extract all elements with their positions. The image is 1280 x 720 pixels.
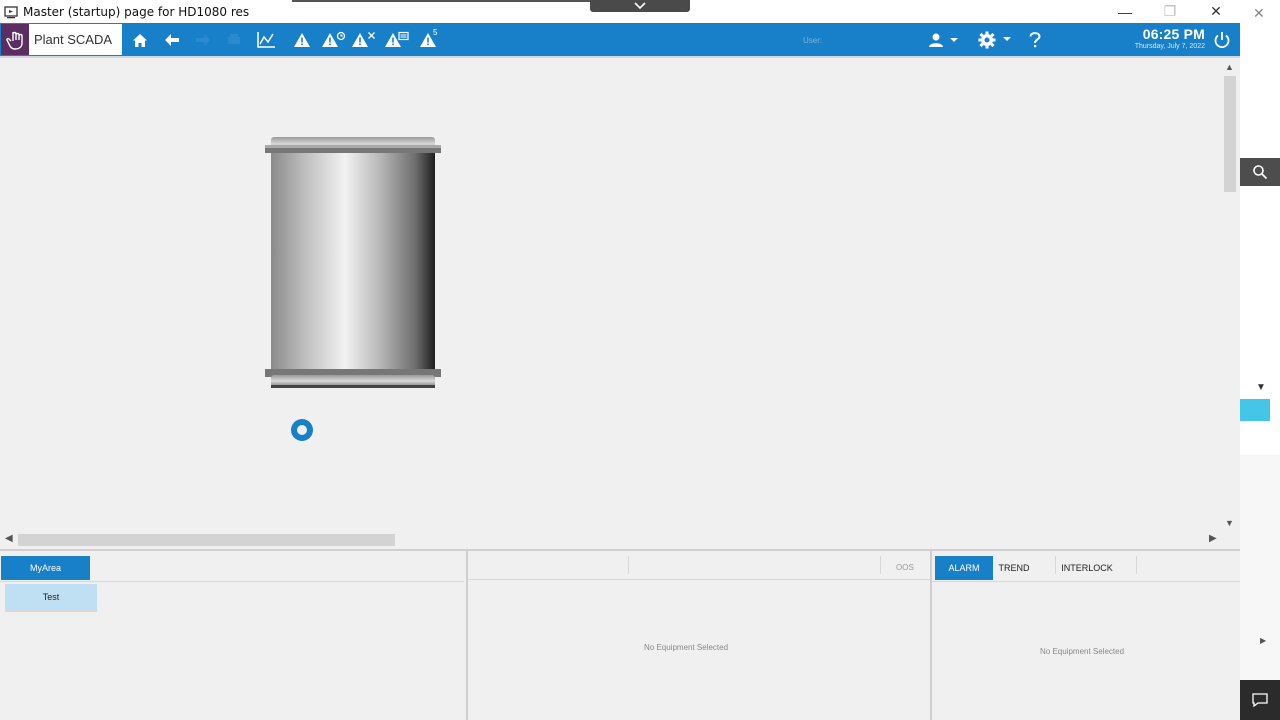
alarm-ack-button[interactable]	[320, 28, 348, 52]
scada-window: Master (startup) page for HD1080 res — ❐…	[0, 0, 1280, 720]
detail-empty-message: No Equipment Selected	[1040, 647, 1125, 656]
print-button[interactable]	[222, 28, 246, 52]
equipment-panel: OOS No Equipment Selected	[466, 551, 930, 720]
chevron-down-icon	[634, 2, 646, 10]
user-menu-button[interactable]	[924, 28, 962, 52]
help-icon	[1029, 32, 1041, 48]
app-logo: Plant SCADA	[1, 24, 122, 55]
side-highlight-block	[1240, 399, 1270, 421]
alarm-clear-icon	[352, 32, 375, 47]
app-window-icon	[3, 4, 19, 20]
area-item-test[interactable]: Test	[5, 584, 97, 612]
alarm-ack-icon	[322, 31, 346, 47]
header-separator	[880, 556, 881, 574]
tab-separator	[1136, 556, 1137, 574]
search-icon	[1253, 165, 1268, 180]
tabs-divider	[932, 581, 1242, 582]
side-chevron-down-icon[interactable]: ▼	[1256, 382, 1266, 393]
header-separator	[628, 556, 629, 574]
alarm-count-button[interactable]: 5	[416, 28, 442, 52]
toolbar-collapse-handle[interactable]	[590, 0, 690, 12]
graphics-canvas	[0, 58, 1222, 532]
tab-alarm[interactable]: ALARM	[935, 556, 993, 580]
loading-spinner-icon	[291, 419, 313, 441]
equipment-empty-message: No Equipment Selected	[644, 643, 729, 652]
settings-menu-button[interactable]	[975, 28, 1015, 52]
clock: 06:25 PM Thursday, July 7, 2022	[1135, 26, 1205, 50]
forward-button[interactable]	[191, 28, 215, 52]
chat-icon	[1252, 693, 1268, 707]
scroll-right-arrow-icon[interactable]: ▶	[1209, 533, 1217, 544]
settings-icon	[978, 31, 1011, 49]
forward-arrow-icon	[196, 34, 210, 46]
alarm-button[interactable]	[290, 28, 314, 52]
hand-logo-icon	[1, 24, 29, 55]
horizontal-scrollbar[interactable]: ◀ ▶	[0, 532, 1222, 548]
top-edge-line	[292, 0, 590, 2]
tank-icon[interactable]	[265, 135, 441, 390]
clock-time: 06:25 PM	[1142, 26, 1205, 42]
trend-button[interactable]	[254, 28, 278, 52]
back-button[interactable]	[160, 28, 184, 52]
vertical-scroll-thumb[interactable]	[1224, 76, 1236, 192]
vertical-scrollbar[interactable]: ▲ ▼	[1222, 58, 1238, 532]
back-arrow-icon	[165, 34, 179, 46]
alarm-clear-button[interactable]	[350, 28, 378, 52]
trend-icon	[257, 32, 275, 48]
horizontal-scroll-thumb[interactable]	[18, 534, 395, 546]
alarm-count-badge: 5	[433, 28, 438, 37]
main-toolbar: Plant SCADA 5 User: 06:25 PM Thursday, J…	[0, 23, 1240, 56]
scroll-up-arrow-icon[interactable]: ▲	[1225, 62, 1234, 72]
side-search-button[interactable]	[1240, 158, 1280, 186]
print-icon	[228, 34, 240, 44]
bottom-panel: MyArea Test OOS No Equipment Selected AL…	[0, 549, 1242, 720]
side-panel-close-button[interactable]: ✕	[1253, 5, 1265, 22]
user-label: User:	[803, 36, 823, 45]
equipment-header	[468, 556, 930, 580]
area-tab-myarea[interactable]: MyArea	[1, 556, 90, 580]
power-icon	[1214, 32, 1230, 49]
side-lower-area	[1240, 455, 1280, 680]
tab-interlock[interactable]: INTERLOCK	[1058, 556, 1116, 580]
help-button[interactable]	[1023, 28, 1047, 52]
alarm-icon	[294, 33, 310, 47]
user-icon	[929, 33, 958, 47]
scroll-down-arrow-icon[interactable]: ▼	[1225, 518, 1234, 528]
tab-separator	[1055, 556, 1056, 574]
equipment-detail-panel: ALARM TREND INTERLOCK No Equipment Selec…	[930, 551, 1242, 720]
power-button[interactable]	[1210, 28, 1234, 52]
clock-date: Thursday, July 7, 2022	[1134, 43, 1205, 50]
tab-trend[interactable]: TREND	[994, 556, 1034, 580]
alarm-summary-icon	[385, 31, 409, 47]
area-divider	[0, 581, 464, 582]
side-chat-button[interactable]	[1240, 680, 1280, 720]
restore-button[interactable]: ❐	[1147, 0, 1193, 23]
side-expand-arrow-icon[interactable]: ▶	[1260, 636, 1266, 645]
home-icon	[133, 33, 147, 47]
minimize-button[interactable]: —	[1102, 0, 1148, 23]
area-navigation-panel: MyArea Test	[0, 551, 464, 720]
close-button[interactable]: ✕	[1193, 0, 1239, 23]
app-name: Plant SCADA	[34, 32, 113, 47]
home-button[interactable]	[128, 28, 152, 52]
alarm-summary-button[interactable]	[383, 28, 411, 52]
scroll-left-arrow-icon[interactable]: ◀	[5, 533, 13, 544]
oos-label[interactable]: OOS	[896, 563, 914, 572]
side-panel: ✕ ▼ ▶	[1240, 0, 1280, 720]
window-title: Master (startup) page for HD1080 res	[23, 4, 250, 19]
